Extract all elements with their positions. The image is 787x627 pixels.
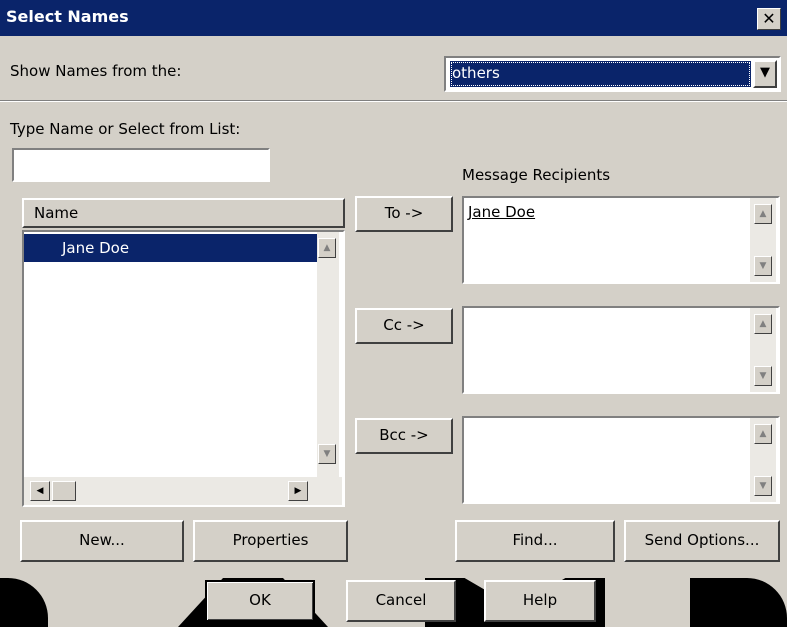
horizontal-scroll-thumb[interactable] <box>52 481 76 501</box>
list-item[interactable]: Jane Doe <box>24 234 317 262</box>
cc-recipients-box[interactable]: ▲ ▼ <box>462 306 780 394</box>
ok-button[interactable]: OK <box>205 580 315 622</box>
close-button[interactable]: ✕ <box>757 8 781 30</box>
cc-button[interactable]: Cc -> <box>355 308 453 344</box>
names-listbox[interactable]: Jane Doe ▲ ▼ ◀ ▶ <box>22 230 345 507</box>
watermark-shape-p <box>690 578 787 627</box>
show-names-label: Show Names from the: <box>10 62 182 80</box>
cc-scrollbar[interactable]: ▲ ▼ <box>750 308 776 392</box>
bcc-recipients-box[interactable]: ▲ ▼ <box>462 416 780 504</box>
to-button[interactable]: To -> <box>355 196 453 232</box>
address-book-select[interactable]: others ▼ <box>444 56 781 92</box>
names-horizontal-scrollbar[interactable]: ◀ ▶ <box>24 477 342 505</box>
window-title: Select Names <box>6 7 129 26</box>
arrow-down-icon[interactable]: ▼ <box>754 256 772 276</box>
bcc-scrollbar[interactable]: ▲ ▼ <box>750 418 776 502</box>
name-column-label: Name <box>34 204 79 222</box>
new-button[interactable]: New... <box>20 520 184 562</box>
arrow-up-icon[interactable]: ▲ <box>318 238 336 258</box>
message-recipients-label: Message Recipients <box>462 166 611 184</box>
separator <box>0 100 787 102</box>
to-recipients-box[interactable]: Jane Doe ▲ ▼ <box>462 196 780 284</box>
properties-button[interactable]: Properties <box>193 520 348 562</box>
names-vertical-scrollbar[interactable]: ▲ ▼ <box>317 232 339 477</box>
cancel-button[interactable]: Cancel <box>346 580 456 622</box>
type-name-input[interactable] <box>12 148 270 182</box>
list-item-label: Jane Doe <box>62 239 130 257</box>
arrow-up-icon[interactable]: ▲ <box>754 424 772 444</box>
arrow-down-icon[interactable]: ▼ <box>318 444 336 464</box>
arrow-left-icon[interactable]: ◀ <box>30 481 50 501</box>
arrow-down-icon[interactable]: ▼ <box>754 476 772 496</box>
chevron-down-icon[interactable]: ▼ <box>753 60 777 88</box>
arrow-down-icon[interactable]: ▼ <box>754 366 772 386</box>
find-button[interactable]: Find... <box>455 520 615 562</box>
arrow-right-icon[interactable]: ▶ <box>288 481 308 501</box>
address-book-value: others <box>452 64 500 82</box>
arrow-up-icon[interactable]: ▲ <box>754 204 772 224</box>
help-button[interactable]: Help <box>484 580 596 622</box>
send-options-button[interactable]: Send Options... <box>624 520 780 562</box>
name-column-header[interactable]: Name <box>22 198 345 228</box>
close-icon: ✕ <box>762 9 776 28</box>
to-recipient-item[interactable]: Jane Doe <box>468 203 535 221</box>
to-scrollbar[interactable]: ▲ ▼ <box>750 198 776 282</box>
watermark-shape-left <box>0 578 48 627</box>
type-name-label: Type Name or Select from List: <box>10 120 241 138</box>
bcc-button[interactable]: Bcc -> <box>355 418 453 454</box>
arrow-up-icon[interactable]: ▲ <box>754 314 772 334</box>
